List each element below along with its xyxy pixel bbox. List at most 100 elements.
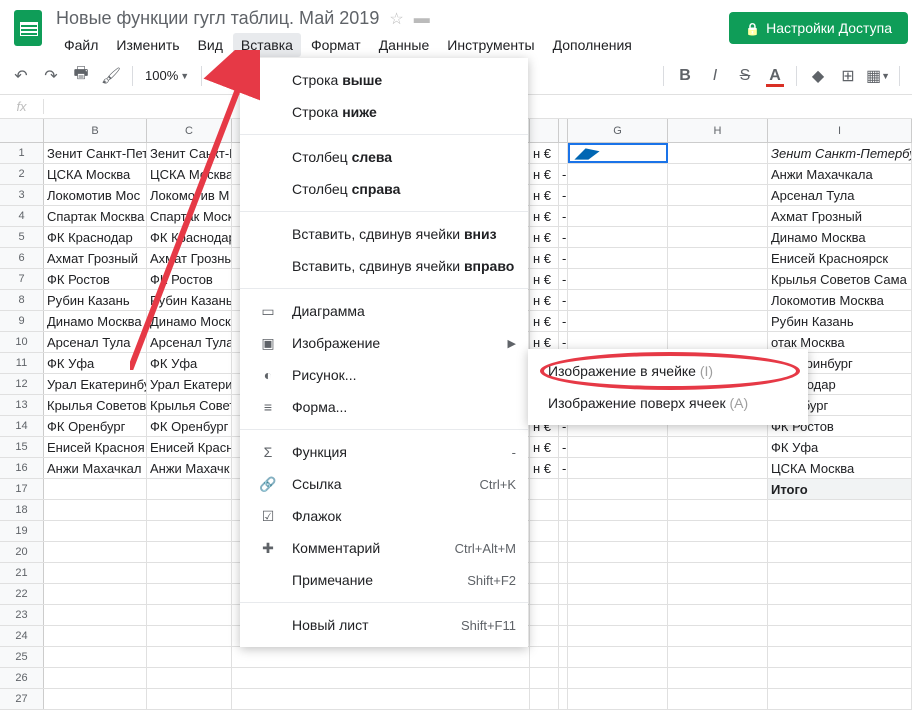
cell[interactable]: [568, 479, 668, 499]
row-header[interactable]: 11: [0, 353, 44, 373]
cell[interactable]: [44, 584, 147, 604]
cell[interactable]: ФК Оренбург: [44, 416, 147, 436]
currency-button[interactable]: [210, 63, 236, 89]
cell[interactable]: [530, 626, 559, 646]
cell[interactable]: [568, 584, 668, 604]
cell[interactable]: [768, 647, 912, 667]
cell[interactable]: [44, 563, 147, 583]
cell[interactable]: Енисей Красноя: [44, 437, 147, 457]
cell[interactable]: [147, 500, 232, 520]
cell[interactable]: -: [559, 206, 568, 226]
column-header[interactable]: [559, 119, 568, 142]
row-header[interactable]: 22: [0, 584, 44, 604]
cell[interactable]: [568, 206, 668, 226]
cell[interactable]: н €: [530, 185, 559, 205]
row-header[interactable]: 3: [0, 185, 44, 205]
cell[interactable]: [44, 542, 147, 562]
cell[interactable]: [568, 248, 668, 268]
cell[interactable]: Крылья Совет: [147, 395, 232, 415]
cell[interactable]: [147, 605, 232, 625]
cell[interactable]: Арсенал Тула: [768, 185, 912, 205]
cell[interactable]: [568, 689, 668, 709]
cell[interactable]: [568, 647, 668, 667]
row-header[interactable]: 24: [0, 626, 44, 646]
cell[interactable]: [232, 647, 530, 667]
menu-item[interactable]: ▭Диаграмма: [240, 295, 528, 327]
cell[interactable]: [44, 479, 147, 499]
column-header[interactable]: C: [147, 119, 232, 142]
cell[interactable]: ЦСКА Москва: [147, 164, 232, 184]
row-header[interactable]: 10: [0, 332, 44, 352]
cell[interactable]: н €: [530, 143, 559, 163]
paint-format-button[interactable]: 🖌: [98, 63, 124, 89]
cell[interactable]: Анжи Махачкала: [768, 164, 912, 184]
cell[interactable]: [568, 500, 668, 520]
redo-button[interactable]: ↷: [38, 63, 64, 89]
cell[interactable]: Локомотив Москва: [768, 290, 912, 310]
cell[interactable]: [768, 542, 912, 562]
strikethrough-button[interactable]: S: [732, 63, 758, 89]
cell[interactable]: [568, 563, 668, 583]
cell[interactable]: Ахмат Грозный: [44, 248, 147, 268]
menu-item[interactable]: ΣФункция-: [240, 436, 528, 468]
cell[interactable]: [530, 563, 559, 583]
row-header[interactable]: 23: [0, 605, 44, 625]
cell[interactable]: [530, 668, 559, 688]
cell[interactable]: [668, 248, 768, 268]
cell[interactable]: [768, 500, 912, 520]
cell[interactable]: [768, 668, 912, 688]
menu-item[interactable]: Строка ниже: [240, 96, 528, 128]
menu-item[interactable]: Вставить, сдвинув ячейки вправо: [240, 250, 528, 282]
cell[interactable]: [568, 269, 668, 289]
cell[interactable]: [147, 668, 232, 688]
row-header[interactable]: 9: [0, 311, 44, 331]
menu-формат[interactable]: Формат: [303, 33, 369, 57]
cell[interactable]: Динамо Моск: [147, 311, 232, 331]
row-header[interactable]: 17: [0, 479, 44, 499]
row-header[interactable]: 25: [0, 647, 44, 667]
undo-button[interactable]: ↶: [8, 63, 34, 89]
row-header[interactable]: 19: [0, 521, 44, 541]
row-header[interactable]: 20: [0, 542, 44, 562]
cell[interactable]: [568, 164, 668, 184]
cell[interactable]: -: [559, 164, 568, 184]
menu-изменить[interactable]: Изменить: [108, 33, 187, 57]
cell[interactable]: н €: [530, 227, 559, 247]
menu-item[interactable]: ◐Рисунок...: [240, 359, 528, 391]
cell[interactable]: [559, 521, 568, 541]
row-header[interactable]: 2: [0, 164, 44, 184]
cell[interactable]: [668, 164, 768, 184]
menu-item[interactable]: ▣Изображение▶: [240, 327, 528, 359]
cell[interactable]: [768, 689, 912, 709]
cell[interactable]: Рубин Казань: [147, 290, 232, 310]
menu-item[interactable]: Столбец справа: [240, 173, 528, 205]
cell[interactable]: Локомотив Мос: [44, 185, 147, 205]
cell[interactable]: Динамо Москва: [44, 311, 147, 331]
cell[interactable]: [147, 542, 232, 562]
cell[interactable]: [232, 668, 530, 688]
merge-button[interactable]: ▦▼: [865, 63, 891, 89]
cell[interactable]: [530, 542, 559, 562]
menu-item[interactable]: 🔗СсылкаCtrl+K: [240, 468, 528, 500]
text-color-button[interactable]: A: [762, 63, 788, 89]
cell[interactable]: [559, 647, 568, 667]
cell[interactable]: [559, 668, 568, 688]
cell[interactable]: [530, 500, 559, 520]
cell[interactable]: Ахмат Грозны: [147, 248, 232, 268]
cell[interactable]: н €: [530, 437, 559, 457]
cell[interactable]: [768, 605, 912, 625]
row-header[interactable]: 8: [0, 290, 44, 310]
bold-button[interactable]: B: [672, 63, 698, 89]
row-header[interactable]: 7: [0, 269, 44, 289]
cell[interactable]: Енисей Красн: [147, 437, 232, 457]
menu-item[interactable]: ≡Форма...: [240, 391, 528, 423]
column-header[interactable]: B: [44, 119, 147, 142]
cell[interactable]: Урал Екатеринбу: [44, 374, 147, 394]
cell[interactable]: [668, 311, 768, 331]
cell[interactable]: -: [559, 437, 568, 457]
menu-item[interactable]: Столбец слева: [240, 141, 528, 173]
print-button[interactable]: 🖶: [68, 63, 94, 89]
cell[interactable]: [147, 563, 232, 583]
cell[interactable]: Ахмат Грозный: [768, 206, 912, 226]
cell[interactable]: Енисей Красноярск: [768, 248, 912, 268]
